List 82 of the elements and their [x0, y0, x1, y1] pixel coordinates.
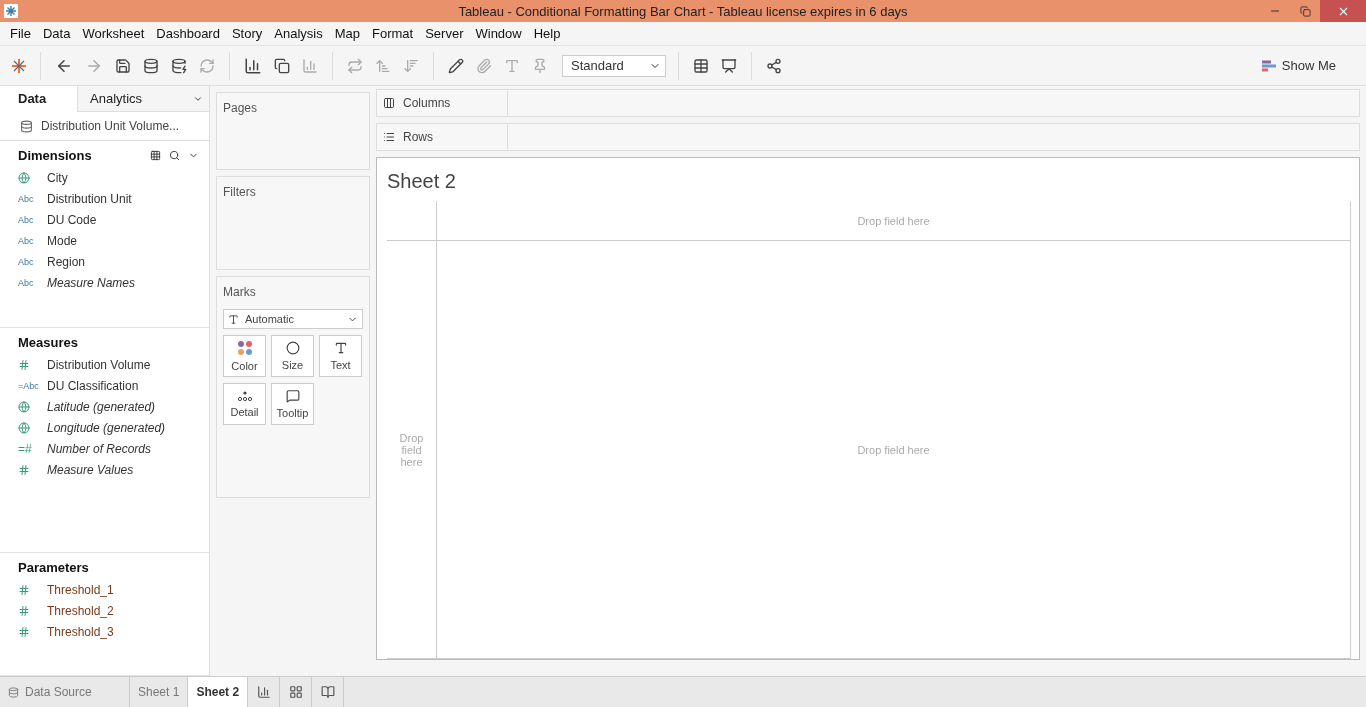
text-mark-icon [228, 313, 239, 325]
menu-item[interactable]: Dashboard [150, 26, 226, 41]
detail-dots-icon [236, 390, 253, 402]
field-name[interactable]: Mode [47, 233, 78, 248]
globe-icon [18, 421, 30, 434]
card-title: Pages [223, 101, 259, 115]
menu-item[interactable]: Map [328, 26, 366, 41]
size-icon [285, 341, 300, 355]
mark-button[interactable]: Detail [223, 383, 266, 425]
columns-icon [383, 97, 395, 109]
menu-item[interactable]: File [4, 26, 37, 41]
database-icon [8, 686, 19, 698]
data-type-label: Abc [18, 256, 34, 267]
data-type-label: Abc [18, 277, 34, 288]
field-name[interactable]: Distribution Volume [47, 357, 151, 372]
drop-hint: Drop field here [398, 431, 425, 468]
section-title: Measures [18, 334, 78, 350]
hash-icon [18, 463, 30, 476]
list-view-icon[interactable] [150, 149, 161, 161]
menu-item[interactable]: Data [36, 26, 77, 41]
data-source-name[interactable]: Distribution Unit Volume... [41, 119, 180, 133]
mark-button[interactable]: Tooltip [271, 383, 314, 425]
mark-button[interactable]: Text [319, 335, 362, 377]
data-type-label: Abc [18, 235, 34, 246]
data-type-label: Abc [18, 193, 34, 204]
menu-item[interactable]: Analysis [268, 26, 329, 41]
shelf-name: Columns [403, 96, 451, 110]
card-title: Filters [223, 185, 257, 199]
field-name[interactable]: City [47, 170, 68, 185]
color-dots-icon [236, 340, 253, 356]
restore-icon [1299, 5, 1311, 17]
field-name[interactable]: Measure Names [47, 275, 136, 290]
mark-type-dropdown[interactable]: Automatic [223, 309, 363, 329]
section-title: Parameters [18, 559, 89, 575]
menu-item[interactable]: Format [366, 26, 420, 41]
tableau-logo-icon[interactable] [10, 56, 28, 75]
fit-dropdown[interactable]: Standard [562, 54, 666, 77]
globe-icon [18, 171, 30, 184]
app-logo-icon [4, 4, 18, 18]
field-name[interactable]: Threshold_3 [47, 624, 114, 639]
field-name[interactable]: DU Code [47, 212, 97, 227]
field-name[interactable]: Number of Records [47, 441, 152, 456]
section-title: Dimensions [18, 147, 92, 163]
drop-hint: Drop field here [857, 443, 930, 456]
field-name[interactable]: Distribution Unit [47, 191, 132, 206]
field-name[interactable]: Longitude (generated) [47, 420, 166, 435]
hash-icon [18, 604, 30, 617]
search-icon[interactable] [169, 149, 180, 161]
sheet-tab[interactable]: Sheet 2 [188, 677, 249, 707]
field-name[interactable]: Measure Values [47, 462, 134, 477]
data-type-label: =# [18, 441, 32, 456]
hash-icon [18, 625, 30, 638]
sheet-tab[interactable]: Data Source [0, 677, 130, 707]
field-name[interactable]: Threshold_1 [47, 582, 114, 597]
menu-item[interactable]: Story [225, 26, 269, 41]
mark-button[interactable]: Size [271, 335, 314, 377]
globe-icon [18, 400, 30, 413]
card-title: Marks [223, 285, 257, 299]
bar-chart-icon [1261, 59, 1276, 72]
field-name[interactable]: DU Classification [47, 378, 139, 393]
mark-button[interactable]: Color [223, 335, 266, 377]
menu-item[interactable]: Server [419, 26, 470, 41]
field-name[interactable]: Region [47, 254, 86, 269]
field-name[interactable]: Latitude (generated) [47, 399, 156, 414]
tooltip-icon [285, 389, 300, 403]
hash-icon [18, 358, 30, 371]
text-icon [333, 341, 348, 355]
shelf-name: Rows [403, 130, 433, 144]
menu-item[interactable]: Worksheet [76, 26, 151, 41]
menu-item[interactable]: Help [527, 26, 567, 41]
data-type-label: Abc [18, 214, 34, 225]
panel-tab[interactable]: Analytics [77, 86, 209, 112]
rows-icon [383, 131, 395, 143]
hash-icon [18, 583, 30, 596]
data-type-label: =Abc [18, 380, 39, 391]
window-title: Tableau - Conditional Formatting Bar Chart - Tableau license expires in 6 days [457, 3, 909, 19]
field-name[interactable]: Threshold_2 [47, 603, 114, 618]
sheet-title: Sheet 2 [387, 170, 457, 193]
drop-hint: Drop field here [857, 214, 930, 227]
show-me-button[interactable]: Show Me [1255, 57, 1342, 74]
menu-item[interactable]: Window [469, 26, 528, 41]
database-icon [20, 119, 33, 133]
